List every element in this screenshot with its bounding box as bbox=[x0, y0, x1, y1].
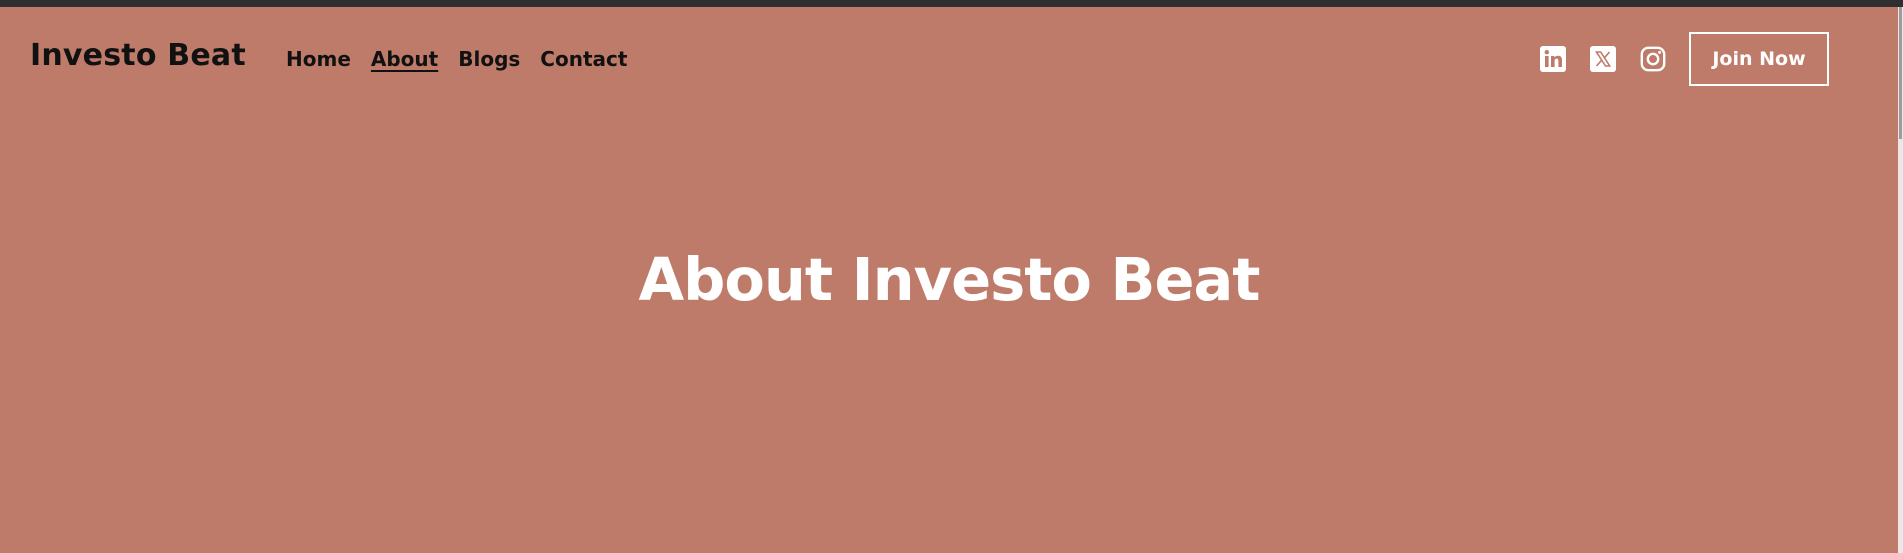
nav-link-home[interactable]: Home bbox=[286, 49, 351, 69]
social-links bbox=[1540, 46, 1666, 72]
instagram-icon[interactable] bbox=[1640, 46, 1666, 72]
site-header: Investo Beat Home About Blogs Contact Jo… bbox=[0, 7, 1898, 110]
nav-link-contact[interactable]: Contact bbox=[540, 49, 627, 69]
linkedin-icon[interactable] bbox=[1540, 46, 1566, 72]
hero-title: About Investo Beat bbox=[638, 245, 1260, 314]
page-scrollbar[interactable] bbox=[1898, 7, 1903, 553]
nav-link-about[interactable]: About bbox=[371, 49, 438, 69]
scrollbar-thumb[interactable] bbox=[1899, 7, 1902, 139]
x-icon[interactable] bbox=[1590, 46, 1616, 72]
join-now-button[interactable]: Join Now bbox=[1689, 32, 1829, 86]
site-logo[interactable]: Investo Beat bbox=[30, 41, 246, 71]
browser-top-strip bbox=[0, 0, 1903, 7]
nav-link-blogs[interactable]: Blogs bbox=[458, 49, 520, 69]
main-nav: Home About Blogs Contact bbox=[286, 49, 627, 69]
